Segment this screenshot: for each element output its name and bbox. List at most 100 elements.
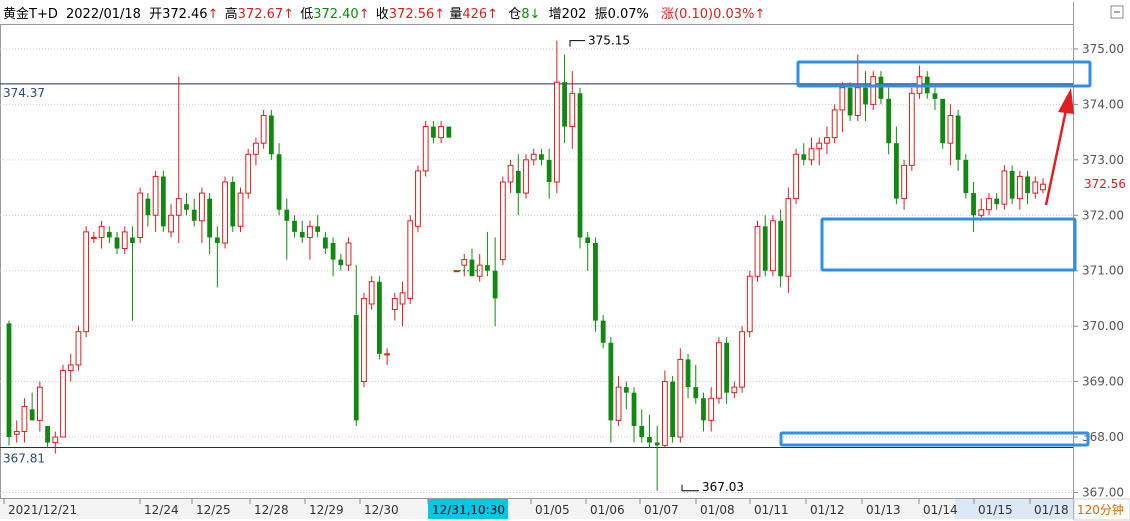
candle (739, 326, 745, 393)
up-arrow-icon: ↑ (754, 7, 765, 22)
period-label: 120分钟 (1077, 502, 1124, 517)
candle (708, 387, 715, 432)
y-tick-label: 370.00 (1082, 319, 1124, 333)
candle (476, 254, 483, 282)
x-tick-label: 2021/12/21 (8, 503, 77, 517)
candle-body (585, 237, 591, 243)
position-label: 仓 (508, 7, 521, 22)
candle (593, 237, 598, 332)
amplitude-value: 0.07% (608, 7, 649, 22)
candle (839, 82, 846, 133)
candle-body (870, 76, 877, 105)
candle-body (130, 237, 135, 243)
reference-line-label: 374.37 (3, 86, 45, 100)
candle (754, 220, 761, 282)
candle-body (577, 93, 583, 238)
candle (446, 126, 452, 138)
candle-body (971, 193, 976, 216)
candle-body (145, 198, 151, 216)
candle (36, 381, 43, 432)
candle-body (746, 275, 753, 333)
candle-body (608, 342, 614, 421)
position-value: 8 (521, 7, 529, 22)
x-tick-label: 01/14 (923, 503, 958, 517)
candle (770, 215, 776, 277)
candle-body (175, 198, 182, 216)
candle-body (1025, 176, 1030, 194)
candle (415, 165, 421, 232)
annotation-box (796, 60, 1092, 88)
y-tick-label: 372.00 (1082, 208, 1124, 222)
candle (916, 65, 923, 99)
candle (253, 137, 259, 166)
candle-body (191, 209, 197, 221)
arrow-shaft (1044, 109, 1068, 206)
y-tick-label: 367.00 (1082, 485, 1124, 499)
candle-body (399, 292, 406, 305)
candle-body (307, 225, 313, 238)
low-label: 低 (300, 7, 313, 22)
y-tick-label: 369.00 (1082, 375, 1124, 389)
candle-body (499, 181, 506, 261)
candle-body (469, 259, 475, 277)
candle-body (415, 170, 421, 227)
candle (631, 387, 637, 443)
candle-body (292, 220, 297, 232)
candle-body (677, 358, 684, 438)
candlestick-chart[interactable]: 黄金T+D 2022/01/18 开372.46↑ 高372.67↑ 低372.… (0, 0, 1130, 521)
high-value: 372.67 (238, 7, 284, 22)
candle-body (824, 137, 830, 144)
y-tick-label: 375.00 (1082, 42, 1124, 56)
candle (207, 193, 213, 255)
candle (553, 40, 560, 194)
candle-body (407, 220, 414, 299)
low-value: 372.40 (313, 7, 359, 22)
x-tick-label: 01/06 (590, 503, 625, 517)
candle (577, 87, 583, 249)
candle-body (276, 154, 282, 210)
candle-body (361, 297, 367, 383)
max-annotation: 375.15 (588, 34, 630, 48)
candle (585, 231, 591, 271)
candle (315, 215, 321, 238)
x-tick-label: 01/18 (1034, 503, 1069, 517)
x-tick-label: 12/31,10:30 (432, 503, 505, 517)
candle (600, 315, 606, 349)
candle (1001, 165, 1008, 210)
candle (268, 109, 274, 160)
candle (940, 98, 946, 149)
candle-body (207, 198, 213, 238)
candle-body (1040, 183, 1046, 191)
candle-body (67, 364, 74, 371)
candle-body (338, 259, 344, 266)
settings-icon[interactable] (1110, 5, 1124, 19)
candle-body (1032, 181, 1039, 194)
candle (893, 126, 899, 205)
candle (986, 193, 992, 216)
chart-header: 黄金T+D 2022/01/18 开372.46↑ 高372.67↑ 低372.… (3, 6, 765, 22)
plot-area: 375.00 374.00 373.00 372.00 371.00 370.00 369.… (0, 2, 1130, 521)
candle (908, 87, 915, 171)
candle (539, 148, 544, 166)
candle (608, 337, 614, 443)
candle-body (431, 126, 436, 138)
change-pct: 0.03% (713, 7, 754, 22)
close-value: 372.56 (389, 7, 435, 22)
candle (615, 376, 622, 426)
change-value: (0.10) (674, 7, 713, 22)
candle-body (662, 381, 668, 446)
candle (801, 143, 807, 166)
candle-body (839, 87, 846, 111)
candle (307, 220, 313, 260)
x-tick-label: 12/25 (196, 503, 231, 517)
candle (955, 109, 961, 171)
candle-body (639, 425, 645, 438)
candle-body (322, 237, 328, 249)
up-arrow-icon: ↑ (208, 7, 219, 22)
candle (322, 231, 328, 255)
candle-body (230, 182, 236, 227)
reference-line-label: 367.81 (3, 452, 45, 466)
candle-body (75, 331, 82, 366)
candle-body (994, 198, 1000, 205)
candle-body (268, 115, 274, 155)
